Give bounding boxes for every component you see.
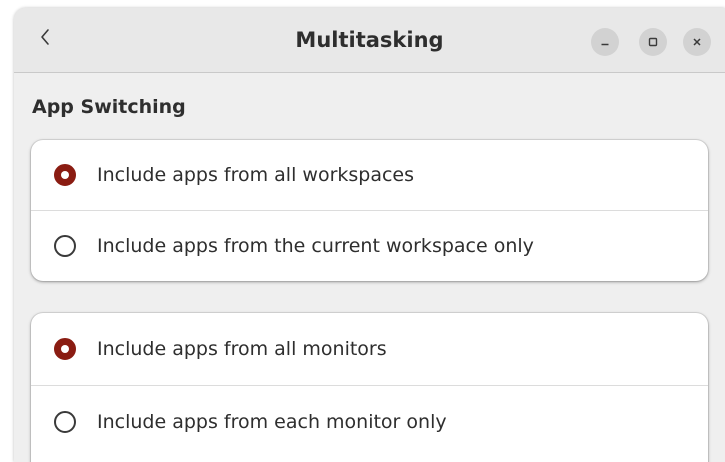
option-label: Include apps from each monitor only — [97, 411, 447, 433]
radio-selected-icon[interactable] — [54, 338, 76, 360]
monitors-option-group: Include apps from all monitors Include a… — [31, 313, 708, 462]
minimize-icon — [599, 33, 611, 52]
option-label: Include apps from the current workspace … — [97, 235, 534, 257]
option-each-monitor-only[interactable]: Include apps from each monitor only — [31, 385, 708, 458]
settings-window: Multitasking App Switching Include apps … — [14, 8, 725, 462]
option-current-workspace-only[interactable]: Include apps from the current workspace … — [31, 210, 708, 281]
radio-unselected-icon[interactable] — [54, 235, 76, 257]
option-all-workspaces[interactable]: Include apps from all workspaces — [31, 140, 708, 210]
workspaces-option-group: Include apps from all workspaces Include… — [31, 140, 708, 281]
minimize-button[interactable] — [591, 28, 619, 56]
option-label: Include apps from all monitors — [97, 338, 387, 360]
option-all-monitors[interactable]: Include apps from all monitors — [31, 313, 708, 385]
close-icon — [691, 33, 703, 52]
radio-selected-icon[interactable] — [54, 164, 76, 186]
maximize-icon — [647, 33, 659, 52]
close-button[interactable] — [683, 28, 711, 56]
title-bar: Multitasking — [14, 8, 725, 73]
maximize-button[interactable] — [639, 28, 667, 56]
radio-unselected-icon[interactable] — [54, 411, 76, 433]
section-heading-app-switching: App Switching — [32, 96, 186, 118]
option-label: Include apps from all workspaces — [97, 164, 415, 186]
